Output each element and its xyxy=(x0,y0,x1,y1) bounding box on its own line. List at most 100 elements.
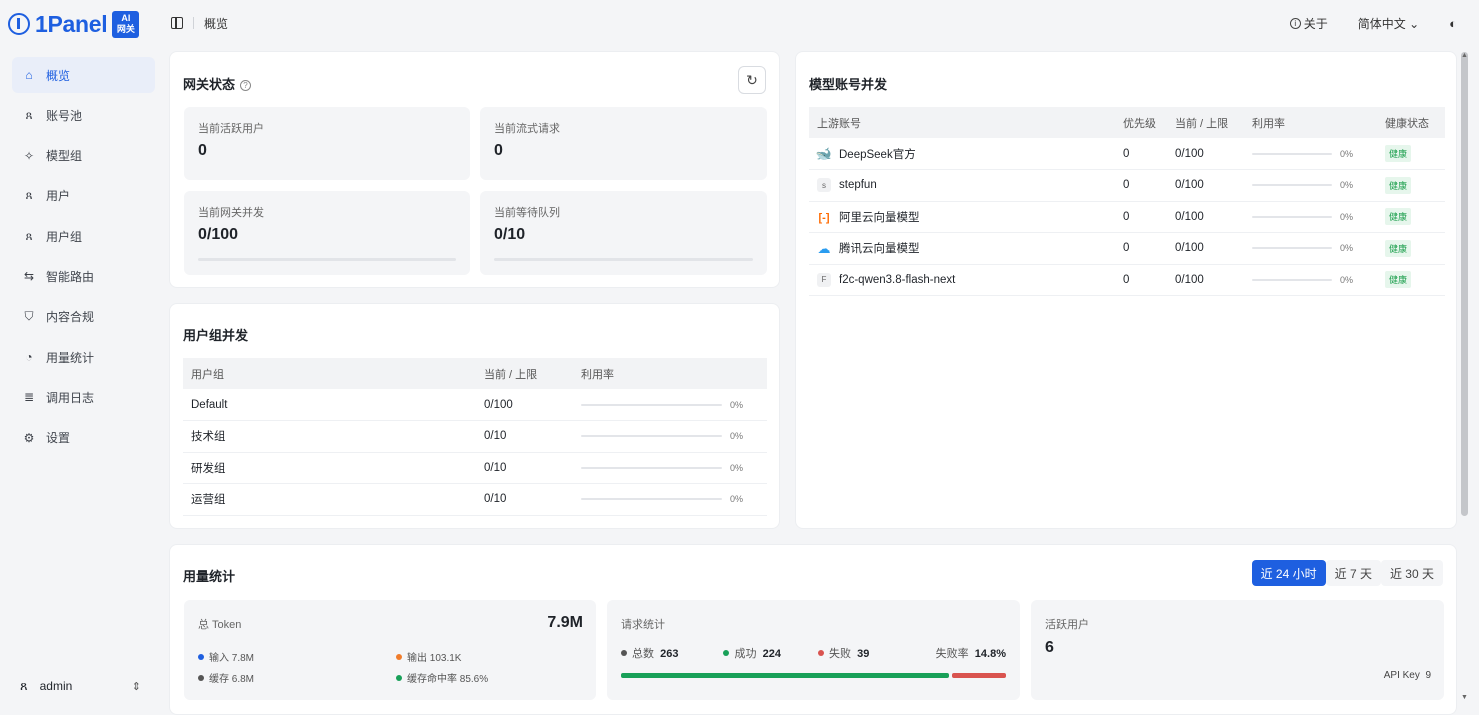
model-account-title: 模型账号并发 xyxy=(809,77,888,92)
column-header: 用户组 xyxy=(183,358,476,389)
sidebar-item-label: 概览 xyxy=(46,68,71,83)
success-segment xyxy=(621,673,950,678)
sidebar-item-5[interactable]: ⇆ 智能路由 xyxy=(12,258,155,294)
range-button-2[interactable]: 近 30 天 xyxy=(1380,560,1443,586)
group-util: 0% xyxy=(573,452,767,484)
account-util: 0% xyxy=(1244,169,1377,202)
column-header: 当前 / 上限 xyxy=(1167,107,1244,138)
table-row: 🐋 DeepSeek官方 0 0/100 0% 健康 xyxy=(809,138,1445,170)
account-current: 0/100 xyxy=(1167,232,1244,265)
account-priority: 0 xyxy=(1115,201,1167,233)
sidebar-item-label: 智能路由 xyxy=(46,269,95,284)
health-badge: 健康 xyxy=(1385,271,1412,289)
util-bar xyxy=(581,435,722,438)
token-cache: 缓存 6.8M xyxy=(198,670,254,685)
table-row: 技术组 0/10 0% xyxy=(183,420,767,453)
group-name: 技术组 xyxy=(183,420,476,453)
stat-value: 0 xyxy=(198,142,207,159)
table-row: [-] 阿里云向量模型 0 0/100 0% 健康 xyxy=(809,201,1445,233)
table-row: s stepfun 0 0/100 0% 健康 xyxy=(809,169,1445,202)
settings-icon: ⚙ xyxy=(23,430,35,445)
request-success: 成功 224 xyxy=(723,645,781,661)
account-name: 阿里云向量模型 xyxy=(839,211,920,224)
usage-stats-card: 用量统计 近 24 小时近 7 天近 30 天 总 Token 7.9M 输入 … xyxy=(169,544,1457,715)
refresh-button[interactable]: ↻ xyxy=(738,66,766,94)
request-fail: 失败 39 xyxy=(817,645,869,661)
output-dot xyxy=(396,654,402,660)
sidebar-item-9[interactable]: ⚙ 设置 xyxy=(12,420,155,456)
request-summary: 请求统计 总数 263 成功 224 失败 39 失败率 14.8% xyxy=(607,600,1020,700)
account-health: 健康 xyxy=(1377,169,1445,202)
group-concurrency-card: 用户组并发 用户组 当前 / 上限 利用率 Default 0/100 0% 技术组 0… xyxy=(169,303,780,529)
util-percent: 0% xyxy=(730,462,744,473)
help-icon[interactable]: ? xyxy=(240,80,252,91)
sidebar-item-label: 调用日志 xyxy=(46,390,95,405)
breadcrumb: 概览 xyxy=(204,16,229,31)
logo[interactable]: 1Panel AI 网关 xyxy=(8,8,140,40)
sidebar-item-7[interactable]: ◔ 用量统计 xyxy=(12,339,155,375)
top-bar: 概览 i 关于 简体中文 ⌄ ◐ xyxy=(163,0,1479,46)
active-users-summary: 活跃用户 6 API Key 9 xyxy=(1031,600,1444,700)
account-util: 0% xyxy=(1244,201,1377,233)
column-header: 利用率 xyxy=(573,358,767,389)
time-range-selector: 近 24 小时近 7 天近 30 天 xyxy=(1251,560,1443,586)
usage-stats-title: 用量统计 xyxy=(183,569,236,584)
sidebar-item-1[interactable]: ጸ 账号池 xyxy=(12,97,155,133)
account-pool-icon: ጸ xyxy=(25,107,33,122)
request-total: 总数 263 xyxy=(621,645,678,661)
health-badge: 健康 xyxy=(1385,239,1412,257)
sidebar-item-8[interactable]: ≣ 调用日志 xyxy=(12,379,155,415)
util-bar xyxy=(581,466,722,469)
table-header-row: 用户组 当前 / 上限 利用率 xyxy=(183,358,767,389)
sidebar-item-2[interactable]: ✧ 模型组 xyxy=(12,138,155,174)
token-cache-hit-text: 缓存命中率 85.6% xyxy=(407,674,489,685)
sidebar-item-label: 用户 xyxy=(46,189,71,204)
request-success-value: 224 xyxy=(762,648,781,660)
sidebar-item-label: 用户组 xyxy=(46,229,83,244)
column-header: 利用率 xyxy=(1244,107,1377,138)
util-bar xyxy=(581,403,722,406)
about-button[interactable]: i 关于 xyxy=(1289,15,1328,32)
sidebar-toggle-icon[interactable] xyxy=(171,17,183,29)
range-button-1[interactable]: 近 7 天 xyxy=(1325,560,1381,586)
group-name: Default xyxy=(183,389,476,421)
theme-toggle-icon[interactable]: ◐ xyxy=(1449,16,1457,31)
account-util: 0% xyxy=(1244,232,1377,265)
stat-value: 0 xyxy=(494,142,503,159)
scroll-up-icon[interactable]: ▲ xyxy=(1461,52,1468,59)
util-percent: 0% xyxy=(1340,211,1354,222)
group-util: 0% xyxy=(573,483,767,516)
sidebar-item-3[interactable]: ጸ 用户 xyxy=(12,178,155,214)
api-key-value: 9 xyxy=(1425,670,1431,681)
range-button-0[interactable]: 近 24 小时 xyxy=(1251,560,1326,586)
stepfun-icon: s xyxy=(817,178,831,193)
account-name-cell: s stepfun xyxy=(809,169,1115,202)
sidebar-item-label: 用量统计 xyxy=(46,350,95,365)
scroll-down-icon[interactable]: ▼ xyxy=(1461,694,1468,701)
user-icon: ጸ xyxy=(20,678,28,693)
model-account-table: 上游账号 优先级 当前 / 上限 利用率 健康状态 🐋 DeepSeek官方 0 0/… xyxy=(809,107,1445,296)
account-name: DeepSeek官方 xyxy=(839,148,916,161)
scrollbar-thumb[interactable] xyxy=(1461,52,1468,516)
model-account-concurrency-card: 模型账号并发 上游账号 优先级 当前 / 上限 利用率 健康状态 🐋 DeepSe… xyxy=(795,51,1457,529)
sidebar-item-0[interactable]: ⌂ 概览 xyxy=(12,57,155,93)
ai-gateway-badge: AI 网关 xyxy=(112,10,140,38)
sidebar-item-6[interactable]: ⛉ 内容合规 xyxy=(12,299,155,335)
token-output-text: 输出 103.1K xyxy=(407,653,462,664)
active-users-label: 活跃用户 xyxy=(1045,619,1089,631)
cache-dot xyxy=(198,675,204,681)
util-percent: 0% xyxy=(1340,274,1354,285)
util-bar xyxy=(1252,215,1332,218)
fail-rate-label: 失败率 xyxy=(935,648,969,660)
language-select[interactable]: 简体中文 ⌄ xyxy=(1358,15,1419,32)
sidebar-item-label: 内容合规 xyxy=(46,310,95,325)
badge-bottom: 网关 xyxy=(116,23,135,34)
request-label: 请求统计 xyxy=(621,619,665,631)
token-input: 输入 7.8M xyxy=(198,649,254,664)
sidebar-item-4[interactable]: ጸ 用户组 xyxy=(12,218,155,254)
request-success-label: 成功 xyxy=(734,648,757,660)
input-dot xyxy=(198,654,204,660)
logo-mark-icon xyxy=(8,13,30,35)
user-menu[interactable]: ጸ admin ⇕ xyxy=(12,670,155,702)
tencent-cloud-icon: ☁ xyxy=(817,241,831,257)
